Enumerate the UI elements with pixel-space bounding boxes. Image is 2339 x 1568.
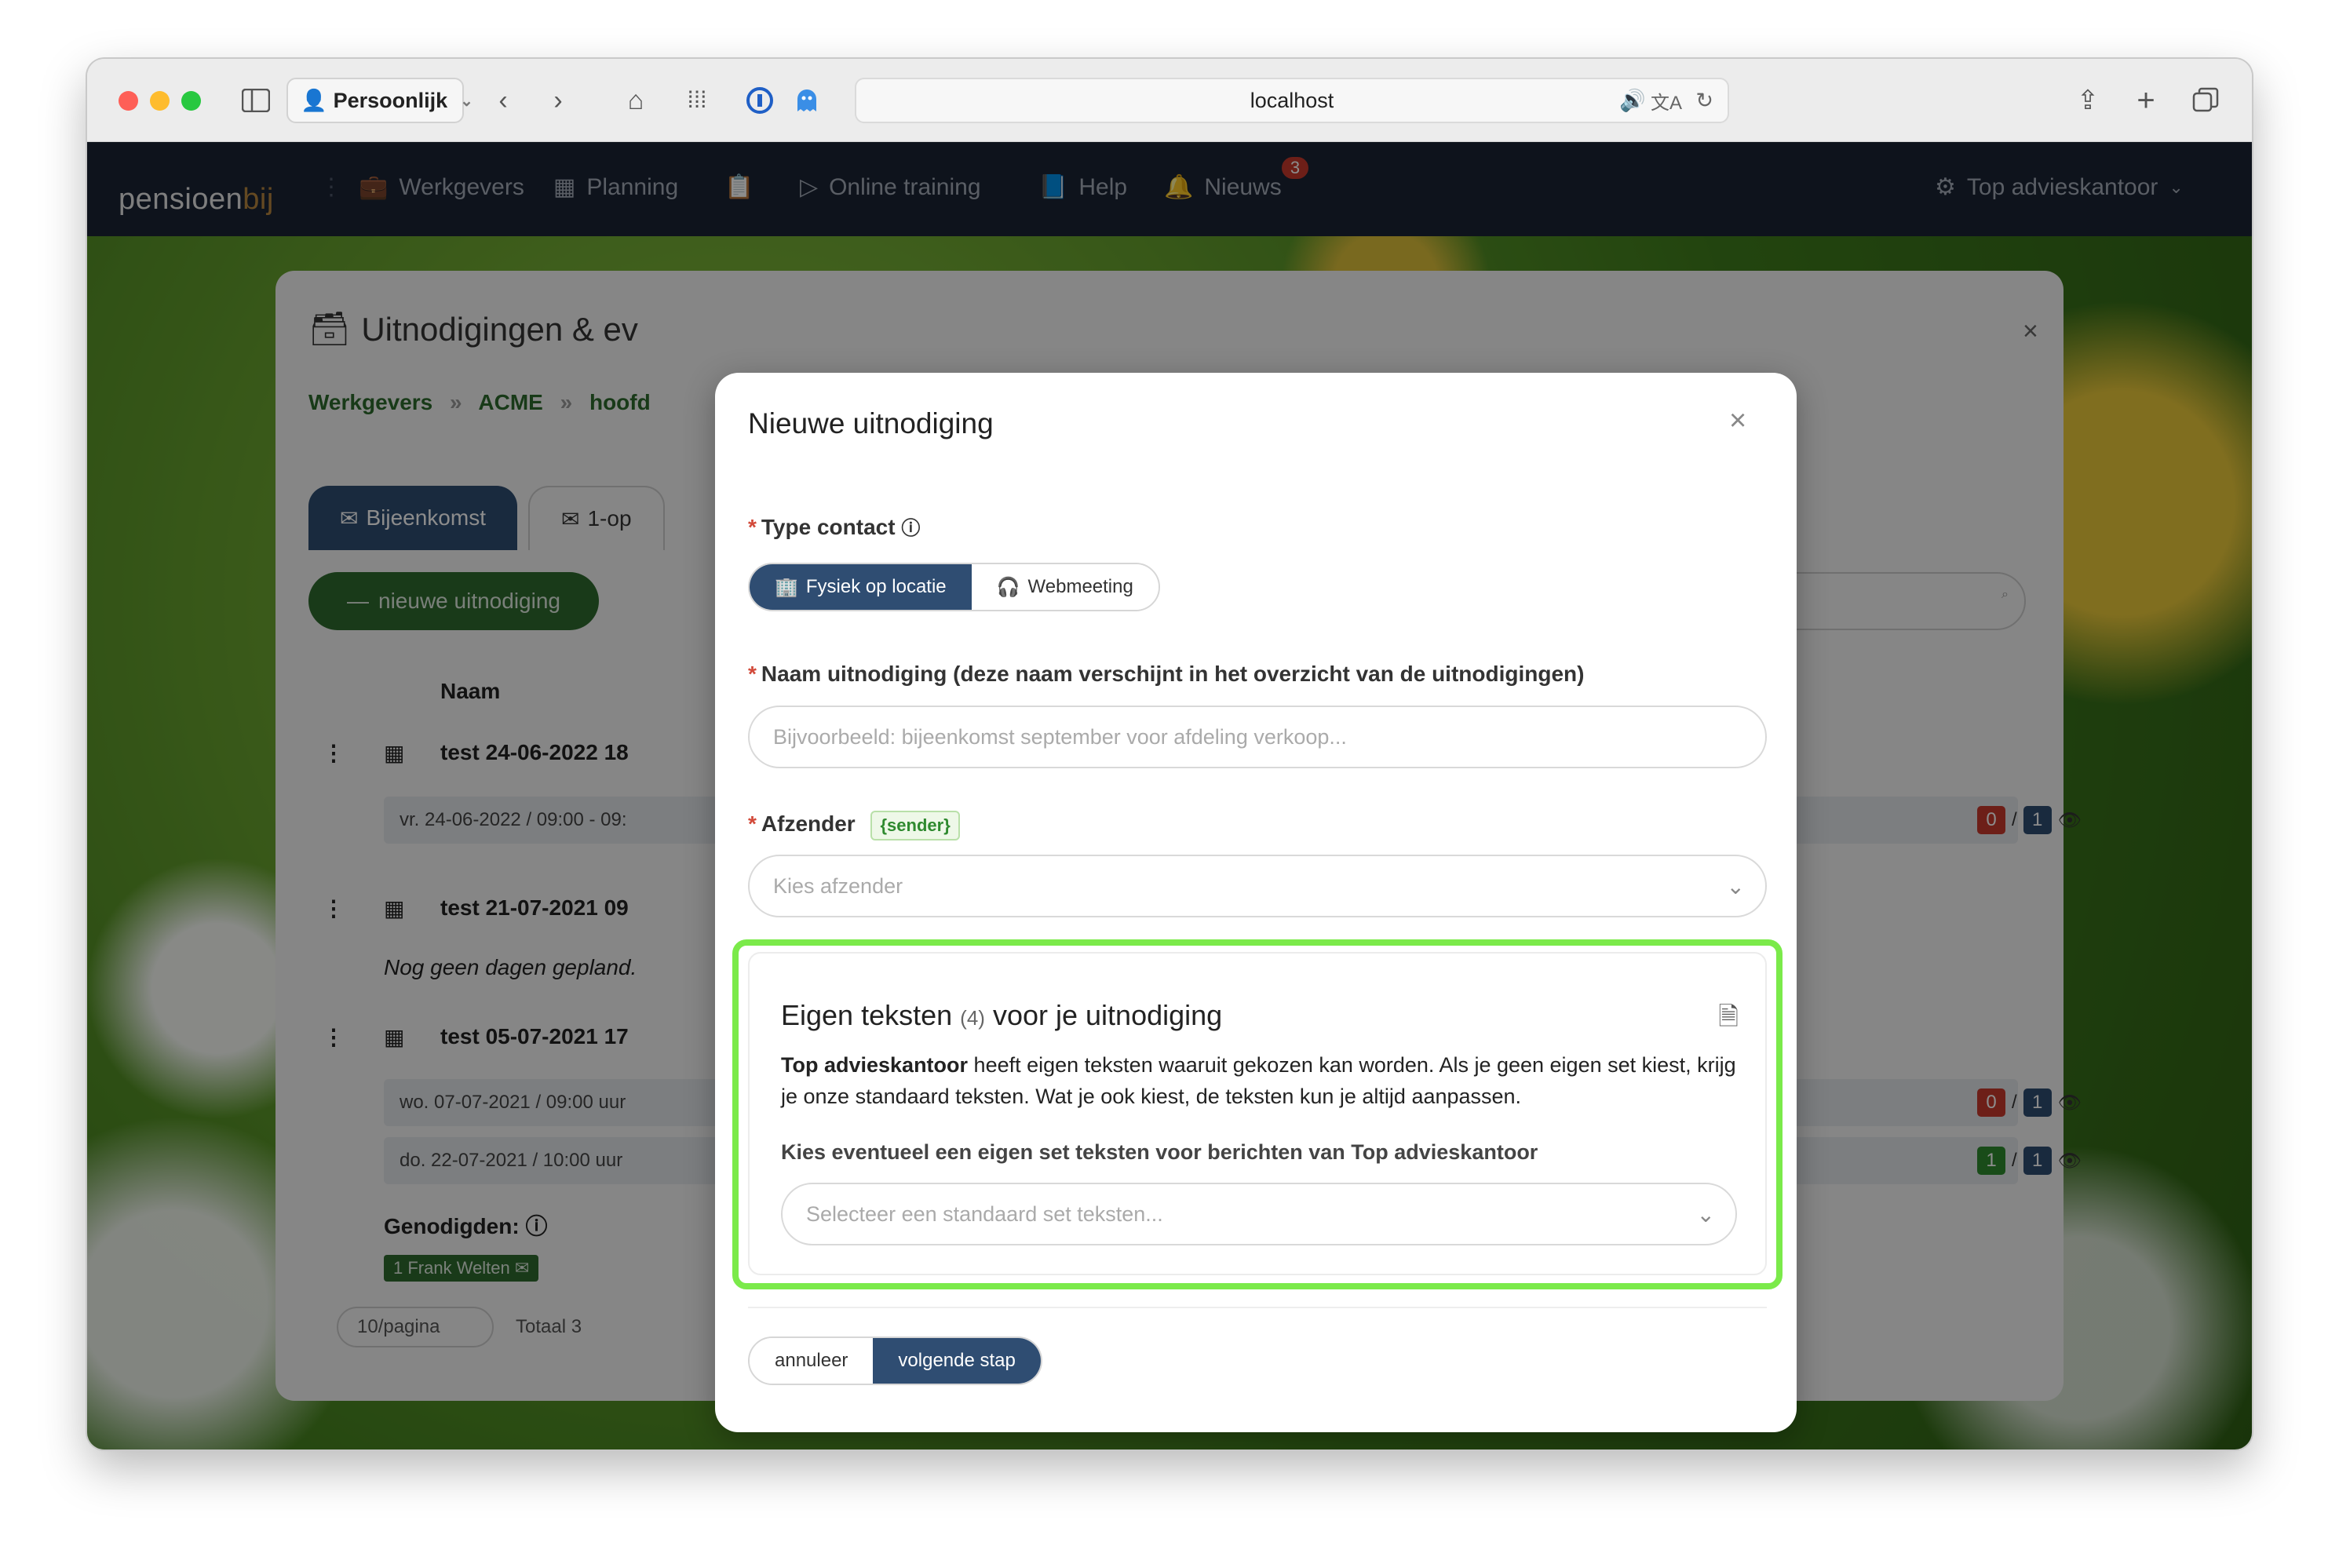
sidebar-icon[interactable]: [238, 82, 274, 119]
text-set-select[interactable]: Selecteer een standaard set teksten... ⌄: [781, 1183, 1737, 1245]
card-title-b: voor je uitnodiging: [992, 999, 1223, 1031]
minimize-window-button[interactable]: [150, 91, 170, 111]
divider: [748, 1307, 1767, 1308]
password-manager-icon[interactable]: [742, 82, 778, 119]
invitation-name-input[interactable]: Bijvoorbeeld: bijeenkomst september voor…: [748, 706, 1767, 768]
translate-icon[interactable]: 文A: [1651, 87, 1682, 115]
option-label: Fysiek op locatie: [805, 576, 947, 597]
modal-footer-buttons: annuleer volgende stap: [748, 1336, 1042, 1385]
sender-select[interactable]: Kies afzender ⌄: [748, 855, 1767, 917]
forward-icon[interactable]: ›: [542, 82, 574, 119]
sender-placeholder-tag: {sender}: [870, 811, 960, 841]
close-icon[interactable]: ×: [1729, 404, 1746, 438]
close-window-button[interactable]: [119, 91, 138, 111]
home-icon[interactable]: ⌂: [618, 82, 654, 119]
label-text: Naam uitnodiging (deze naam verschijnt i…: [761, 662, 1585, 686]
profile-label: Persoonlijk: [333, 88, 448, 112]
label-text: Afzender: [761, 811, 856, 836]
new-invitation-modal: Nieuwe uitnodiging × * Type contact ⓘ 🏢 Fy…: [715, 373, 1797, 1432]
headphones-icon: 🎧: [996, 576, 1020, 598]
reload-icon[interactable]: ↻: [1695, 89, 1713, 113]
invitation-name-label: * Naam uitnodiging (deze naam verschijnt …: [748, 662, 1585, 686]
apps-grid-icon[interactable]: ⁞⁞⁞: [679, 82, 715, 119]
browser-window: 👤 Persoonlijk ⌄ ‹ › ⌂ ⁞⁞⁞ localhost 🔊 文A…: [87, 59, 2252, 1449]
new-tab-icon[interactable]: +: [2128, 82, 2164, 119]
address-bar[interactable]: localhost 🔊 文A ↻: [855, 78, 1729, 123]
card-description: Top advieskantoor heeft eigen teksten wa…: [781, 1049, 1746, 1112]
tabs-overview-icon[interactable]: [2188, 82, 2224, 119]
document-icon[interactable]: 🗎: [1718, 999, 1739, 1041]
url-text: localhost: [1250, 88, 1334, 112]
type-contact-label: * Type contact ⓘ: [748, 515, 921, 539]
cancel-button[interactable]: annuleer: [750, 1338, 874, 1384]
placeholder-text: Bijvoorbeeld: bijeenkomst september voor…: [773, 724, 1347, 749]
building-icon: 🏢: [775, 576, 798, 598]
placeholder-text: Kies afzender: [773, 873, 903, 898]
back-icon[interactable]: ‹: [487, 82, 519, 119]
card-title-count: (4): [960, 1006, 985, 1030]
option-fysiek-op-locatie[interactable]: 🏢 Fysiek op locatie: [750, 564, 972, 610]
chevron-down-icon: ⌄: [1726, 874, 1745, 899]
chevron-down-icon: ⌄: [1696, 1202, 1715, 1227]
maximize-window-button[interactable]: [181, 91, 201, 111]
profile-selector[interactable]: 👤 Persoonlijk ⌄: [286, 78, 473, 123]
option-label: Webmeeting: [1027, 576, 1133, 597]
label-text: Type contact: [761, 515, 896, 539]
info-icon: ⓘ: [901, 518, 921, 539]
type-contact-toggle: 🏢 Fysiek op locatie 🎧 Webmeeting: [748, 563, 1160, 611]
card-title-a: Eigen teksten: [781, 999, 953, 1031]
modal-title: Nieuwe uitnodiging: [748, 407, 994, 439]
custom-texts-card: Eigen teksten (4) voor je uitnodiging 🗎 …: [748, 952, 1767, 1275]
sender-label: * Afzender {sender}: [748, 811, 960, 841]
next-step-button[interactable]: volgende stap: [873, 1338, 1041, 1384]
ghost-extension-icon[interactable]: [789, 82, 825, 119]
option-webmeeting[interactable]: 🎧 Webmeeting: [971, 564, 1159, 610]
placeholder-text: Selecteer een standaard set teksten...: [806, 1202, 1163, 1226]
company-name: Top advieskantoor: [781, 1053, 969, 1077]
person-icon: 👤: [301, 89, 327, 112]
chevron-down-icon: ⌄: [460, 92, 473, 110]
speaker-icon[interactable]: 🔊: [1619, 88, 1646, 113]
card-question: Kies eventueel een eigen set teksten voo…: [781, 1140, 1538, 1164]
browser-toolbar: 👤 Persoonlijk ⌄ ‹ › ⌂ ⁞⁞⁞ localhost 🔊 文A…: [87, 59, 2252, 142]
card-title: Eigen teksten (4) voor je uitnodiging: [781, 999, 1222, 1032]
share-icon[interactable]: ⇪: [2070, 82, 2106, 119]
